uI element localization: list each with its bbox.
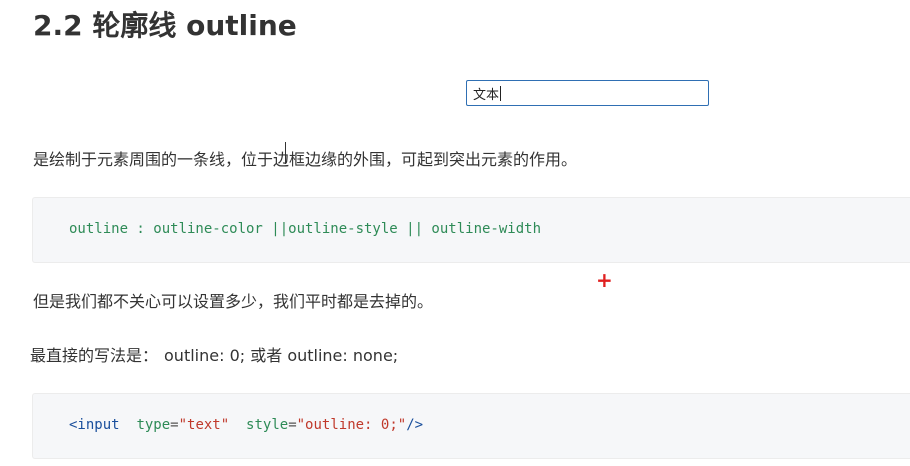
- code-eq-2: =: [288, 417, 297, 433]
- code-value-style: "outline: 0;": [296, 417, 407, 433]
- paragraph-description: 是绘制于元素周围的一条线，位于边框边缘的外围，可起到突出元素的作用。: [33, 150, 578, 169]
- code-line-syntax: outline : outline-color ||outline-style …: [69, 221, 542, 237]
- paragraph-usage: 最直接的写法是： outline: 0; 或者 outline: none;: [30, 342, 398, 366]
- crosshair-plus-icon: +: [596, 268, 613, 292]
- code-value-type: "text": [178, 417, 230, 433]
- usage-label: 最直接的写法是：: [30, 346, 159, 365]
- code-tag-open: <input: [69, 417, 120, 433]
- i-beam-cursor-icon: [285, 142, 286, 164]
- section-title: 2.2 轮廓线 outline: [33, 9, 297, 42]
- code-eq-1: =: [170, 417, 179, 433]
- document-page: 2.2 轮廓线 outline 文本 是绘制于元素周围的一条线，位于边框边缘的外…: [0, 0, 910, 466]
- code-attr-style: style: [246, 417, 289, 433]
- usage-code: outline: 0; 或者 outline: none;: [164, 346, 399, 365]
- demo-text-input[interactable]: 文本: [466, 80, 709, 106]
- paragraph-note: 但是我们都不关心可以设置多少，我们平时都是去掉的。: [33, 292, 434, 311]
- code-block-example: <input type="text" style="outline: 0;"/>: [32, 393, 910, 459]
- code-attr-type: type: [136, 417, 171, 433]
- code-block-syntax: outline : outline-color ||outline-style …: [32, 197, 910, 263]
- demo-input-value: 文本: [473, 87, 500, 103]
- code-line-example: <input type="text" style="outline: 0;"/>: [69, 417, 423, 433]
- text-caret: [500, 85, 502, 101]
- code-tag-close: />: [406, 417, 424, 433]
